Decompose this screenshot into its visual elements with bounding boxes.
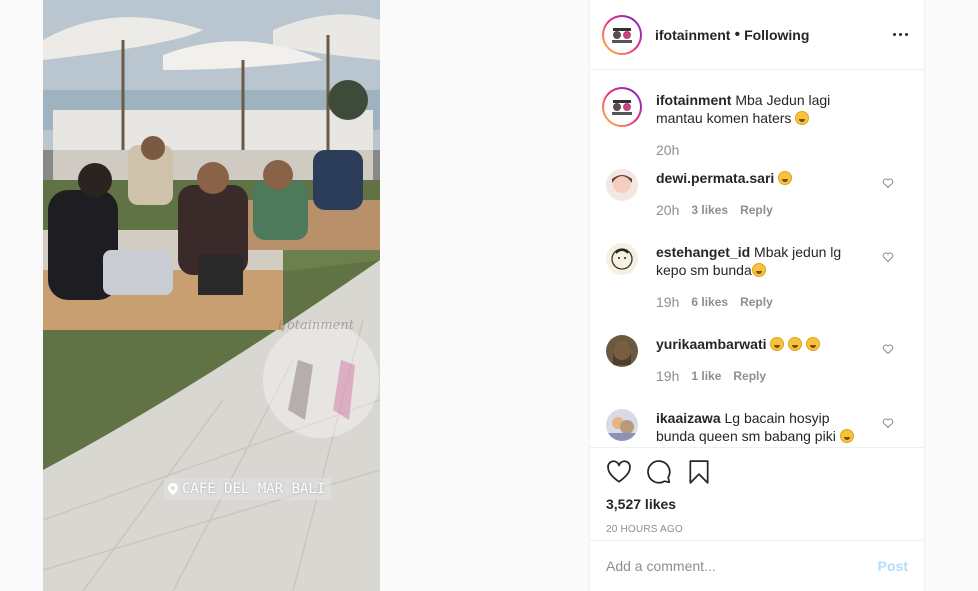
location-label: CAFÉ DEL MAR BALI bbox=[182, 481, 326, 497]
caption: ifotainment Mba Jedun lagi mantau komen … bbox=[602, 87, 908, 159]
comment-username[interactable]: ikaaizawa bbox=[656, 410, 721, 426]
comment-time[interactable]: 19h bbox=[656, 293, 679, 311]
grinning-emoji bbox=[788, 337, 803, 351]
bookmark-icon[interactable] bbox=[686, 459, 712, 485]
grinning-emoji bbox=[806, 337, 821, 351]
comment-bubble-icon[interactable] bbox=[646, 459, 672, 485]
comment-heart-icon[interactable] bbox=[882, 417, 894, 429]
post-button[interactable]: Post bbox=[878, 558, 908, 574]
avatar[interactable] bbox=[606, 169, 638, 201]
post-media[interactable]: CAFÉ DEL MAR BALI ifotainment bbox=[43, 0, 380, 591]
list-item: yurikaambarwati 19h 1 like Reply bbox=[606, 335, 908, 385]
comment-heart-icon[interactable] bbox=[882, 251, 894, 263]
reply-button[interactable]: Reply bbox=[733, 367, 766, 385]
more-options-icon[interactable] bbox=[888, 23, 912, 47]
rolling-laughing-emoji bbox=[795, 111, 810, 125]
grinning-emoji bbox=[770, 337, 785, 351]
post-actions: 3,527 likes 20 HOURS AGO bbox=[590, 447, 924, 535]
avatar[interactable] bbox=[602, 14, 642, 55]
reply-button[interactable]: Reply bbox=[740, 201, 773, 219]
watermark-text: ifotainment bbox=[278, 318, 354, 333]
avatar-logo-icon bbox=[606, 91, 638, 123]
avatar[interactable] bbox=[606, 335, 638, 367]
avatar-logo-icon bbox=[606, 18, 638, 51]
comment-username[interactable]: yurikaambarwati bbox=[656, 336, 767, 352]
rolling-laughing-emoji bbox=[778, 171, 793, 185]
location-tag[interactable]: CAFÉ DEL MAR BALI bbox=[164, 478, 332, 500]
follow-status-button[interactable]: Following bbox=[744, 27, 809, 43]
user-avatar-icon bbox=[606, 335, 638, 367]
comment-likes[interactable]: 3 likes bbox=[691, 201, 728, 219]
action-icons bbox=[590, 448, 924, 496]
caption-username[interactable]: ifotainment bbox=[656, 92, 731, 108]
list-item: dewi.permata.sari 20h 3 likes Reply bbox=[606, 169, 908, 219]
reply-button[interactable]: Reply bbox=[740, 293, 773, 311]
add-comment-bar: Post bbox=[590, 540, 924, 591]
instagram-post-view: CAFÉ DEL MAR BALI ifotainment ifotainmen… bbox=[0, 0, 978, 591]
user-avatar-icon bbox=[606, 169, 638, 201]
grinning-emoji bbox=[839, 429, 854, 443]
comment-username[interactable]: estehanget_id bbox=[656, 244, 750, 260]
list-item: ikaaizawa Lg bacain hosyip bunda queen s… bbox=[606, 409, 908, 445]
comment-time[interactable]: 19h bbox=[656, 367, 679, 385]
comments-list[interactable]: ifotainment Mba Jedun lagi mantau komen … bbox=[590, 71, 924, 447]
user-avatar-icon bbox=[606, 409, 638, 441]
location-pin-icon bbox=[168, 483, 178, 495]
comment-likes[interactable]: 1 like bbox=[691, 367, 721, 385]
comment-heart-icon[interactable] bbox=[882, 343, 894, 355]
caption-avatar[interactable] bbox=[602, 87, 642, 127]
comment-input[interactable] bbox=[606, 558, 878, 574]
likes-count[interactable]: 3,527 likes bbox=[590, 496, 924, 512]
grinning-emoji bbox=[751, 263, 766, 277]
comment-username[interactable]: dewi.permata.sari bbox=[656, 170, 774, 186]
avatar[interactable] bbox=[606, 409, 638, 441]
avatar[interactable] bbox=[606, 243, 638, 275]
comment-time[interactable]: 20h bbox=[656, 201, 679, 219]
post-timestamp[interactable]: 20 HOURS AGO bbox=[590, 524, 924, 535]
post-side-panel: ifotainment • Following ifotainment Mba … bbox=[589, 0, 925, 591]
header-separator: • bbox=[734, 25, 741, 43]
header-username[interactable]: ifotainment bbox=[655, 27, 730, 43]
heart-icon[interactable] bbox=[606, 459, 632, 485]
user-avatar-icon bbox=[606, 243, 638, 275]
comment-likes[interactable]: 6 likes bbox=[691, 293, 728, 311]
list-item: estehanget_id Mbak jedun lg kepo sm bund… bbox=[606, 243, 908, 311]
post-header: ifotainment • Following bbox=[590, 0, 924, 70]
post-photo bbox=[43, 0, 380, 591]
comment-heart-icon[interactable] bbox=[882, 177, 894, 189]
caption-time[interactable]: 20h bbox=[656, 141, 679, 159]
